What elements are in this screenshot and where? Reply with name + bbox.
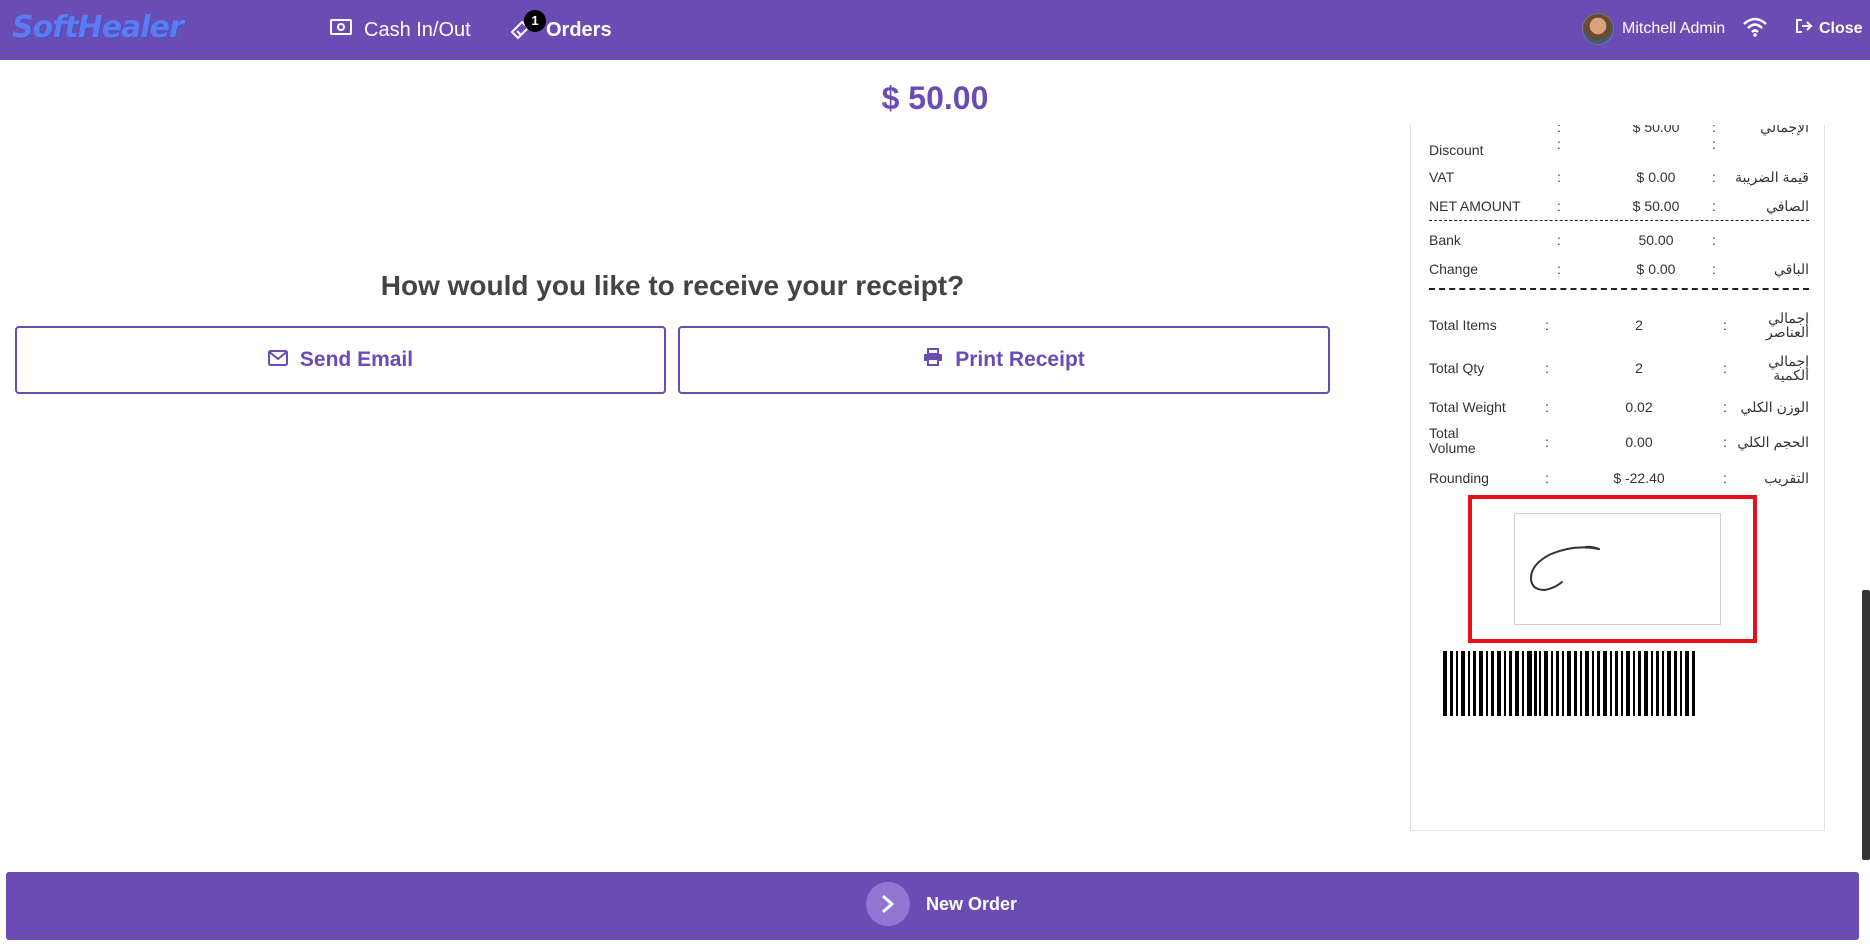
scrollbar[interactable] bbox=[1862, 590, 1870, 860]
print-receipt-label: Print Receipt bbox=[955, 348, 1085, 371]
wifi-icon[interactable] bbox=[1742, 16, 1768, 43]
print-receipt-button[interactable]: Print Receipt bbox=[678, 326, 1330, 394]
chevron-right-icon bbox=[866, 882, 910, 926]
new-order-button[interactable]: New Order bbox=[6, 872, 1859, 940]
receipt-row-total-qty: Total Qty : 2 : إجمالي الكمية bbox=[1429, 353, 1809, 383]
orders-label: Orders bbox=[546, 18, 612, 41]
envelope-icon bbox=[267, 348, 288, 372]
receipt-row-total-items: Total Items : 2 : إجمالي العناصر bbox=[1429, 310, 1809, 340]
receipt-barcode bbox=[1443, 651, 1697, 716]
new-order-label: New Order bbox=[926, 893, 1018, 914]
printer-icon bbox=[923, 348, 943, 372]
receipt-divider bbox=[1429, 220, 1809, 221]
top-bar: SoftHealer Cash In/Out 1 Orders Mitchell… bbox=[0, 0, 1870, 60]
user-name: Mitchell Admin bbox=[1622, 20, 1726, 37]
close-label: Close bbox=[1819, 19, 1863, 37]
app-logo: SoftHealer bbox=[12, 10, 184, 45]
close-button[interactable]: Close bbox=[1795, 18, 1863, 39]
total-amount: $ 50.00 bbox=[881, 80, 989, 116]
send-email-button[interactable]: Send Email bbox=[15, 326, 666, 394]
orders-count-badge: 1 bbox=[524, 10, 546, 32]
customer-signature bbox=[1514, 513, 1721, 625]
sign-out-icon bbox=[1795, 18, 1813, 39]
receipt-question: How would you like to receive your recei… bbox=[380, 270, 965, 301]
send-email-label: Send Email bbox=[299, 348, 414, 371]
user-menu[interactable]: Mitchell Admin bbox=[1582, 13, 1725, 45]
cash-icon bbox=[330, 18, 352, 42]
receipt-row-total-volume: Total Volume : 0.00 : الحجم الكلي bbox=[1429, 425, 1809, 456]
orders-button[interactable]: 1 Orders bbox=[508, 10, 612, 42]
avatar bbox=[1582, 13, 1614, 45]
receipt-divider bbox=[1429, 288, 1809, 290]
cash-in-out-button[interactable]: Cash In/Out bbox=[330, 18, 471, 42]
receipt-preview: : $ 50.00 : الإجمالي Discount : : VAT : … bbox=[1410, 125, 1825, 831]
cash-in-out-label: Cash In/Out bbox=[364, 18, 471, 41]
